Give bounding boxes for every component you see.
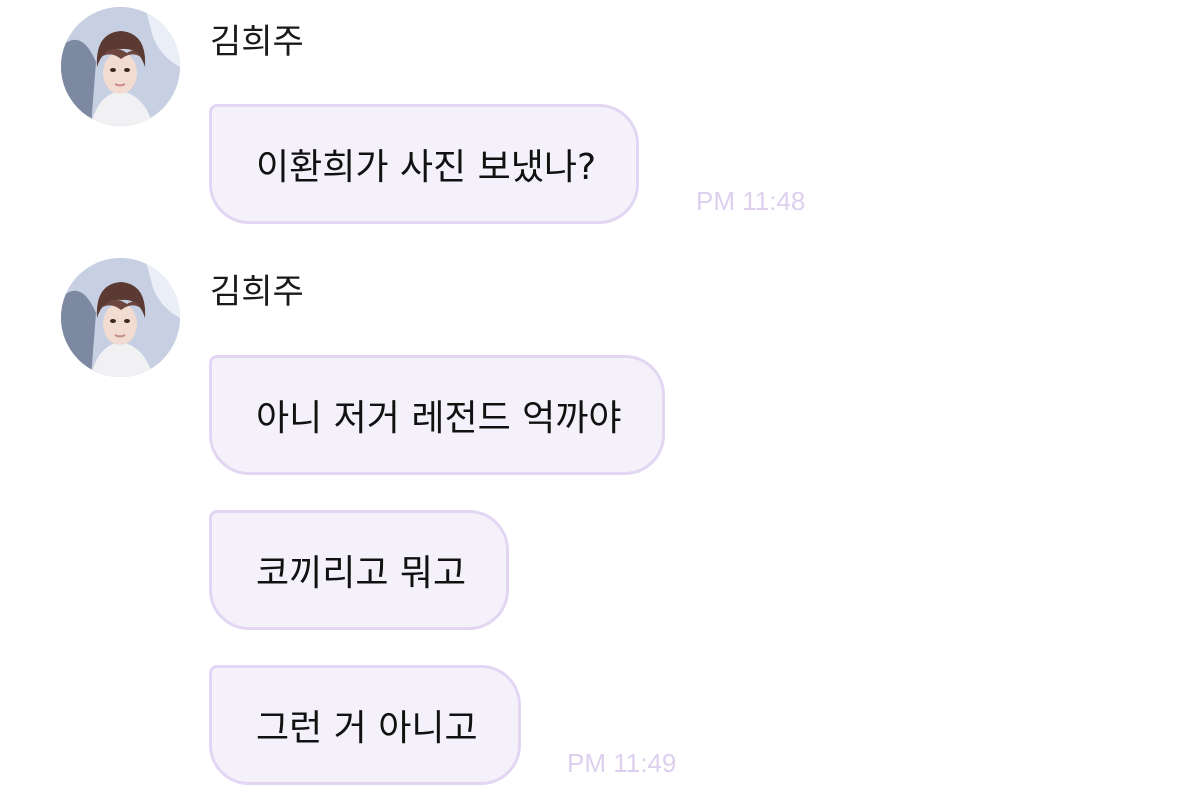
sender-name: 김희주 bbox=[210, 272, 304, 312]
message-timestamp: PM 11:49 bbox=[567, 748, 677, 778]
avatar[interactable] bbox=[61, 7, 180, 126]
message-bubble[interactable]: 이환희가 사진 보냈나? bbox=[209, 104, 640, 224]
message-timestamp: PM 11:48 bbox=[696, 186, 806, 216]
message-bubble[interactable]: 그런 거 아니고 bbox=[209, 665, 521, 785]
avatar[interactable] bbox=[61, 258, 180, 377]
avatar-photo-icon bbox=[61, 7, 180, 126]
message-bubble[interactable]: 코끼리고 뭐고 bbox=[209, 510, 510, 630]
chat-log: 김희주 이환희가 사진 보냈나? PM 11:48 김희주 아니 저거 레전드 … bbox=[0, 0, 1200, 807]
avatar-photo-icon bbox=[61, 258, 180, 377]
sender-name: 김희주 bbox=[210, 22, 304, 62]
message-bubble[interactable]: 아니 저거 레전드 억까야 bbox=[209, 355, 665, 475]
